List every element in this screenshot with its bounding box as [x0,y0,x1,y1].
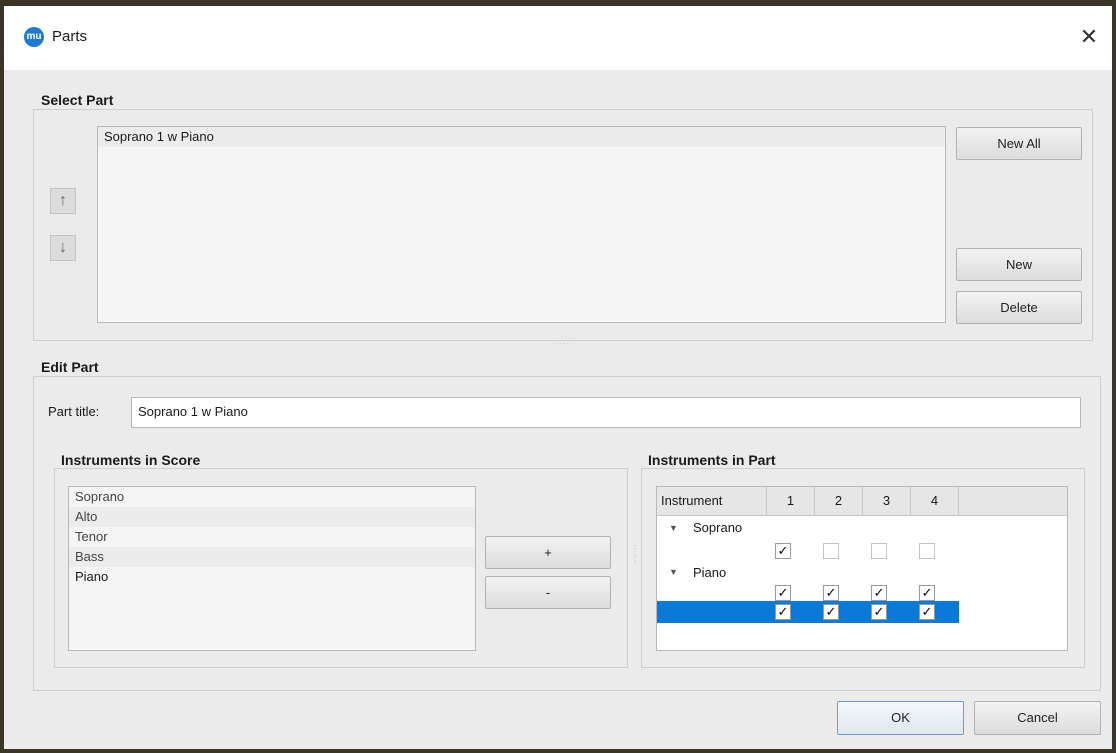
parts-list[interactable]: Soprano 1 w Piano [97,126,946,323]
move-up-button[interactable]: ↑ [50,188,76,214]
expand-arrow-icon[interactable]: ▼ [669,523,678,533]
column-header-3[interactable]: 3 [863,487,911,515]
column-header-2[interactable]: 2 [815,487,863,515]
stave-checkbox[interactable]: ✓ [775,585,791,601]
close-icon[interactable]: ✕ [1072,20,1106,54]
instruments-in-score-heading: Instruments in Score [57,452,205,468]
select-part-heading: Select Part [37,92,118,108]
stave-checkbox[interactable]: ✓ [775,604,791,620]
list-item[interactable]: Piano [69,567,475,587]
parts-list-item[interactable]: Soprano 1 w Piano [98,127,945,147]
stave-checkbox[interactable] [919,543,935,559]
expand-arrow-icon[interactable]: ▼ [669,567,678,577]
new-all-button[interactable]: New All [956,127,1082,160]
parts-dialog: mu Parts ✕ Select Part Soprano 1 w Piano… [4,6,1112,749]
new-button[interactable]: New [956,248,1082,281]
delete-button[interactable]: Delete [956,291,1082,324]
selected-stave-row[interactable] [657,601,959,623]
stave-checkbox[interactable]: ✓ [775,543,791,559]
part-title-label: Part title: [48,404,100,419]
column-header-1[interactable]: 1 [767,487,815,515]
add-instrument-button[interactable]: + [485,536,611,569]
window-title: Parts [52,28,88,45]
stave-checkbox[interactable]: ✓ [919,585,935,601]
stave-checkbox[interactable] [871,543,887,559]
part-instruments-table[interactable]: Instrument 1 2 3 4 ▼ Soprano ✓ ▼ Piano ✓… [656,486,1068,651]
score-instruments-list[interactable]: Soprano Alto Tenor Bass Piano [68,486,476,651]
stave-checkbox[interactable]: ✓ [823,585,839,601]
stave-checkbox[interactable]: ✓ [871,585,887,601]
stave-checkbox[interactable]: ✓ [919,604,935,620]
list-item[interactable]: Soprano [69,487,475,507]
column-header-instrument[interactable]: Instrument [657,487,767,515]
stave-checkbox[interactable]: ✓ [823,604,839,620]
list-item[interactable]: Bass [69,547,475,567]
part-title-input[interactable]: Soprano 1 w Piano [131,397,1081,428]
ok-button[interactable]: OK [837,701,964,735]
move-down-button[interactable]: ↓ [50,235,76,261]
vertical-splitter-handle[interactable]: ······ [552,339,574,348]
stave-checkbox[interactable]: ✓ [871,604,887,620]
instruments-in-part-heading: Instruments in Part [644,452,780,468]
tree-item-piano[interactable]: Piano [693,565,726,580]
musescore-logo-icon: mu [24,27,44,47]
table-header: Instrument 1 2 3 4 [657,487,1067,516]
title-bar: mu Parts ✕ [4,6,1112,70]
column-header-4[interactable]: 4 [911,487,959,515]
list-item[interactable]: Alto [69,507,475,527]
horizontal-splitter-handle[interactable]: ⋮ ⋮ ⋮ [631,545,639,565]
remove-instrument-button[interactable]: - [485,576,611,609]
list-item[interactable]: Tenor [69,527,475,547]
stave-checkbox[interactable] [823,543,839,559]
edit-part-heading: Edit Part [37,359,103,375]
tree-item-soprano[interactable]: Soprano [693,520,742,535]
cancel-button[interactable]: Cancel [974,701,1101,735]
